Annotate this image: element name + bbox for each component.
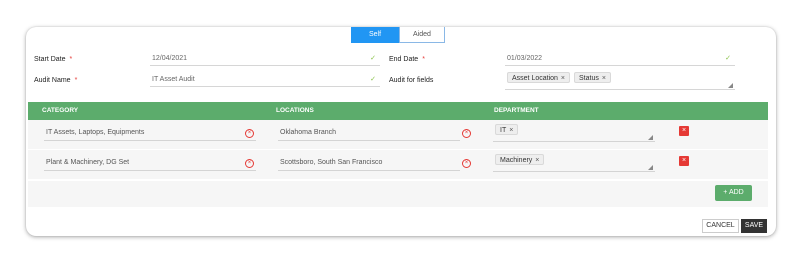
add-label: ADD	[728, 189, 744, 196]
delete-row-button[interactable]: ×	[679, 126, 689, 136]
category-input[interactable]: IT Assets, Laptops, Equipments	[44, 127, 256, 141]
required-marker: *	[69, 56, 73, 63]
chip-label: IT	[500, 127, 507, 134]
check-icon: ✓	[370, 55, 376, 62]
cancel-button[interactable]: CANCEL	[702, 219, 739, 233]
category-value: Plant & Machinery, DG Set	[46, 159, 130, 166]
audit-name-value: IT Asset Audit	[152, 76, 195, 83]
clear-location-icon[interactable]: ×	[462, 129, 471, 138]
end-date-label: End Date *	[389, 56, 425, 63]
mode-tabs: Self Aided	[351, 27, 445, 43]
table-row: IT Assets, Laptops, Equipments × Oklahom…	[28, 120, 768, 149]
audit-fields-multiselect[interactable]: Asset Location × Status ×	[505, 71, 735, 90]
audit-name-label-text: Audit Name	[34, 77, 71, 84]
column-header-department: DEPARTMENT	[494, 107, 539, 114]
column-header-category: CATEGORY	[42, 107, 79, 114]
add-row-button[interactable]: + ADD	[715, 185, 752, 201]
chip-remove-icon[interactable]: ×	[535, 157, 539, 164]
location-input[interactable]: Oklahoma Branch	[278, 127, 460, 141]
audit-fields-label-text: Audit for fields	[389, 77, 434, 84]
table-row: Plant & Machinery, DG Set × Scottsboro, …	[28, 150, 768, 179]
required-marker: *	[422, 56, 425, 63]
chip-remove-icon[interactable]: ×	[602, 75, 606, 82]
department-select[interactable]: IT ×	[493, 123, 655, 142]
clear-category-icon[interactable]: ×	[245, 129, 254, 138]
resize-handle-icon[interactable]	[648, 165, 653, 170]
plus-icon: +	[723, 189, 728, 196]
end-date-value: 01/03/2022	[507, 55, 543, 62]
chip-remove-icon[interactable]: ×	[561, 75, 565, 82]
department-select[interactable]: Machinery ×	[493, 153, 655, 172]
location-value: Oklahoma Branch	[280, 129, 337, 136]
chip-label: Asset Location	[512, 75, 558, 82]
check-icon: ✓	[725, 55, 731, 62]
start-date-value: 12/04/2021	[152, 55, 188, 62]
column-header-locations: LOCATIONS	[276, 107, 314, 114]
delete-row-button[interactable]: ×	[679, 156, 689, 166]
chip-department: Machinery ×	[495, 154, 545, 165]
audit-name-field[interactable]: IT Asset Audit ✓	[150, 74, 380, 87]
audit-fields-label: Audit for fields	[389, 77, 433, 84]
audit-name-label: Audit Name *	[34, 77, 77, 84]
save-button[interactable]: SAVE	[741, 219, 767, 233]
chip-department: IT ×	[495, 124, 519, 135]
table-header: CATEGORY LOCATIONS DEPARTMENT	[28, 102, 768, 120]
start-date-label-text: Start Date	[34, 56, 66, 63]
location-value: Scottsboro, South San Francisco	[280, 159, 383, 166]
end-date-field[interactable]: 01/03/2022 ✓	[505, 53, 735, 66]
clear-location-icon[interactable]: ×	[462, 159, 471, 168]
chip-remove-icon[interactable]: ×	[509, 127, 513, 134]
resize-handle-icon[interactable]	[648, 135, 653, 140]
chip-asset-location: Asset Location ×	[507, 72, 571, 83]
tab-self[interactable]: Self	[351, 27, 399, 43]
table-footer	[28, 181, 768, 207]
check-icon: ✓	[370, 76, 376, 83]
required-marker: *	[74, 77, 78, 84]
chip-status: Status ×	[574, 72, 611, 83]
category-value: IT Assets, Laptops, Equipments	[46, 129, 145, 136]
resize-handle-icon[interactable]	[728, 83, 733, 88]
clear-category-icon[interactable]: ×	[245, 159, 254, 168]
location-input[interactable]: Scottsboro, South San Francisco	[278, 157, 460, 171]
tab-aided[interactable]: Aided	[399, 27, 445, 43]
start-date-label: Start Date *	[34, 56, 72, 63]
category-input[interactable]: Plant & Machinery, DG Set	[44, 157, 256, 171]
chip-label: Machinery	[500, 157, 533, 164]
chip-label: Status	[579, 75, 599, 82]
end-date-label-text: End Date	[389, 56, 419, 63]
start-date-field[interactable]: 12/04/2021 ✓	[150, 53, 380, 66]
